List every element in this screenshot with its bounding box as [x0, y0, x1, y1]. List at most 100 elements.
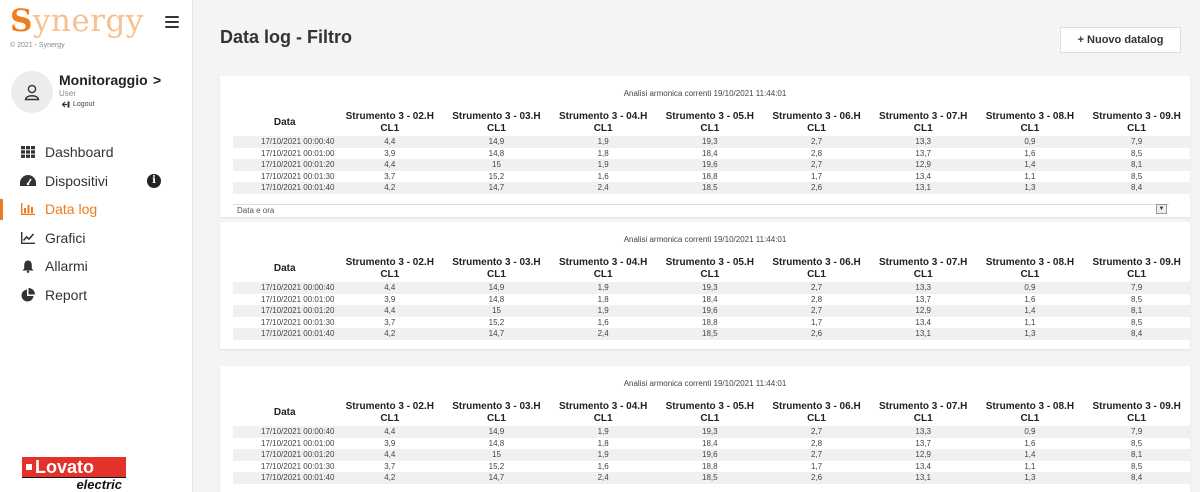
table-cell: 12,9 [869, 305, 977, 317]
table-cell: 18,4 [656, 147, 764, 159]
date-filter-label: Data e ora [237, 206, 275, 215]
column-header[interactable]: Strumento 3 - 04.H CL1 [550, 255, 657, 282]
sidebar-item-data-log[interactable]: Data log [0, 195, 193, 224]
logout-link[interactable]: Logout [62, 101, 94, 108]
column-header[interactable]: Strumento 3 - 03.H CL1 [443, 109, 550, 136]
column-header-name: Strumento 3 - 06.H [772, 110, 861, 122]
sidebar-item-label: Report [45, 286, 88, 303]
column-header-date[interactable]: Data [233, 255, 336, 282]
column-header-name: Strumento 3 - 05.H [665, 110, 754, 122]
sidebar-item-report[interactable]: Report [0, 281, 193, 310]
table-cell: 15,2 [443, 170, 550, 182]
column-header[interactable]: Strumento 3 - 04.H CL1 [550, 109, 657, 136]
sidebar-item-allarmi[interactable]: Allarmi [0, 252, 193, 281]
table-cell: 18,5 [656, 182, 764, 194]
table-cell-date: 17/10/2021 00:00:40 [233, 136, 337, 148]
table-cell: 14,9 [443, 426, 550, 438]
table-cell: 18,5 [656, 472, 764, 484]
filter-dropdown-icon[interactable]: ▼ [1156, 204, 1167, 214]
column-header[interactable]: Strumento 3 - 02.H CL1 [336, 109, 443, 136]
table-row: 17/10/2021 00:01:30 3,7 15,2 1,6 18,8 1,7 13,4… [233, 170, 1190, 182]
column-header-name: Strumento 3 - 09.H [1092, 400, 1181, 412]
table-cell: 3,9 [336, 293, 444, 305]
column-header[interactable]: Strumento 3 - 07.H CL1 [870, 109, 977, 136]
table-row: 17/10/2021 00:01:20 4,4 15 1,9 19,6 2,7 12,9 1,… [233, 449, 1190, 461]
column-header[interactable]: Strumento 3 - 06.H CL1 [763, 109, 870, 136]
table-row: 17/10/2021 00:01:00 3,9 14,8 1,8 18,4 2,8 13,7… [233, 147, 1190, 159]
user-name[interactable]: Monitoraggio [59, 72, 148, 88]
column-header-unit: CL1 [700, 412, 720, 424]
column-header[interactable]: Strumento 3 - 06.H CL1 [763, 255, 870, 282]
table-cell: 13,3 [869, 136, 977, 148]
sidebar-item-dashboard[interactable]: Dashboard [0, 138, 193, 167]
table-cell: 8,5 [1083, 460, 1190, 472]
column-header-date[interactable]: Data [233, 399, 336, 426]
column-header[interactable]: Strumento 3 - 04.H CL1 [550, 399, 657, 426]
column-header-date[interactable]: Data [233, 109, 336, 136]
table-cell: 8,1 [1083, 159, 1190, 171]
column-header[interactable]: Strumento 3 - 09.H CL1 [1083, 399, 1190, 426]
column-header[interactable]: Strumento 3 - 03.H CL1 [443, 255, 550, 282]
column-header-name: Strumento 3 - 09.H [1092, 110, 1181, 122]
column-header-name: Strumento 3 - 02.H [345, 400, 434, 412]
table-cell-date: 17/10/2021 00:00:40 [233, 282, 337, 294]
table-row: 17/10/2021 00:01:40 4,2 14,7 2,4 18,5 2,6 13,1… [233, 472, 1190, 484]
table-cell-date: 17/10/2021 00:01:20 [233, 159, 337, 171]
table-cell: 2,8 [763, 147, 870, 159]
column-header-unit: CL1 [700, 122, 720, 134]
table-cell: 1,6 [549, 460, 657, 472]
column-header[interactable]: Strumento 3 - 08.H CL1 [977, 399, 1084, 426]
table-cell-date: 17/10/2021 00:01:30 [233, 460, 337, 472]
table-cell: 14,7 [443, 328, 550, 340]
hamburger-menu-icon[interactable] [165, 16, 179, 28]
synergy-logo[interactable]: Synergy [10, 4, 143, 38]
column-header[interactable]: Strumento 3 - 07.H CL1 [870, 399, 977, 426]
sidebar-item-label: Dispositivi [45, 172, 109, 189]
column-header[interactable]: Strumento 3 - 08.H CL1 [977, 255, 1084, 282]
column-header[interactable]: Strumento 3 - 03.H CL1 [443, 399, 550, 426]
column-header[interactable]: Strumento 3 - 02.H CL1 [336, 399, 443, 426]
column-header[interactable]: Strumento 3 - 05.H CL1 [656, 109, 763, 136]
column-header[interactable]: Strumento 3 - 06.H CL1 [763, 399, 870, 426]
column-header-unit: CL1 [380, 122, 400, 134]
table-cell: 2,7 [763, 305, 870, 317]
column-header-name: Strumento 3 - 04.H [558, 400, 648, 412]
column-header[interactable]: Strumento 3 - 05.H CL1 [656, 255, 763, 282]
table-row: 17/10/2021 00:01:00 3,9 14,8 1,8 18,4 2,8 13,7… [233, 293, 1190, 305]
chevron-right-icon[interactable]: > [153, 72, 161, 88]
column-header-name: Strumento 3 - 09.H [1092, 256, 1181, 268]
table-cell: 19,6 [656, 305, 764, 317]
column-header-unit: CL1 [380, 268, 400, 280]
column-header[interactable]: Strumento 3 - 05.H CL1 [656, 399, 763, 426]
column-header[interactable]: Strumento 3 - 09.H CL1 [1083, 109, 1190, 136]
table-cell: 2,7 [763, 136, 870, 148]
table-cell: 19,6 [656, 449, 764, 461]
sidebar-item-dispositivi[interactable]: Dispositivi i [0, 167, 193, 196]
table-cell: 1,1 [976, 170, 1084, 182]
column-header[interactable]: Strumento 3 - 02.H CL1 [336, 255, 443, 282]
datalog-table: Data Strumento 3 - 02.H CL1 Strumento 3 - 0… [233, 109, 1190, 194]
sidebar-nav: Dashboard Dispositivi i Data log Grafici… [0, 138, 193, 309]
lovato-logo-bottom: electric [22, 477, 126, 492]
datalog-panel: Analisi armonica correnti 19/10/2021 11:… [220, 222, 1190, 349]
table-cell: 4,2 [336, 182, 444, 194]
sidebar-item-grafici[interactable]: Grafici [0, 224, 193, 253]
line-chart-icon [19, 231, 37, 245]
column-header[interactable]: Strumento 3 - 07.H CL1 [870, 255, 977, 282]
user-icon [24, 84, 40, 101]
table-cell: 18,4 [656, 437, 764, 449]
logout-label: Logout [73, 101, 95, 108]
column-header-name: Strumento 3 - 07.H [879, 400, 968, 412]
table-cell: 8,1 [1083, 449, 1190, 461]
column-header-name: Strumento 3 - 08.H [985, 256, 1075, 268]
sidebar-item-label: Grafici [45, 229, 86, 246]
table-cell: 1,3 [976, 182, 1084, 194]
info-icon[interactable]: i [147, 173, 161, 188]
new-datalog-button[interactable]: + Nuovo datalog [1060, 27, 1181, 53]
table-cell: 1,3 [976, 328, 1084, 340]
column-header[interactable]: Strumento 3 - 09.H CL1 [1083, 255, 1190, 282]
datalog-table: Data Strumento 3 - 02.H CL1 Strumento 3 - 0… [233, 255, 1190, 340]
date-filter-row[interactable]: Data e ora [233, 204, 1169, 216]
column-header[interactable]: Strumento 3 - 08.H CL1 [977, 109, 1084, 136]
table-cell: 15 [443, 449, 550, 461]
